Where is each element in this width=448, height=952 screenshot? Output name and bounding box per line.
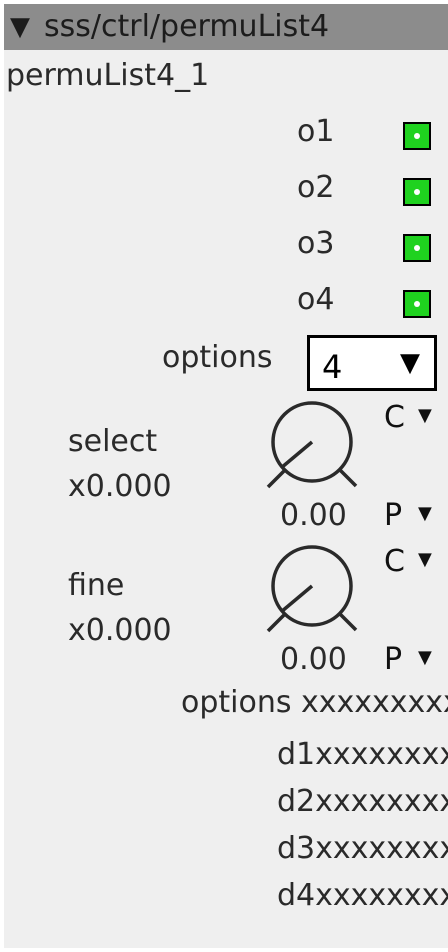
param-multiplier-fine[interactable]: x0.000 [68, 613, 172, 648]
dropdown-arrow-icon: ▼ [400, 348, 420, 378]
fine-modulation-c-label[interactable]: C [384, 544, 405, 579]
outlet-label-o2: o2 [297, 170, 335, 205]
patch-object-panel: ▼ sss/ctrl/permuList4 permuList4_1 o1 o2… [4, 4, 448, 948]
object-type-title: sss/ctrl/permuList4 [44, 9, 330, 44]
outlet-label-o3: o3 [297, 226, 335, 261]
options-dropdown[interactable]: 4 ▼ [307, 335, 437, 391]
select-knob-value: 0.00 [280, 498, 347, 533]
fine-preset-p-label[interactable]: P [384, 642, 402, 677]
select-c-dropdown-icon[interactable]: ▼ [418, 405, 432, 426]
param-multiplier-select[interactable]: x0.000 [68, 469, 172, 504]
select-modulation-c-label[interactable]: C [384, 400, 405, 435]
outlet-label-o4: o4 [297, 282, 335, 317]
d4-display: d4xxxxxxxxx [277, 878, 448, 913]
options-selected-value: 4 [322, 348, 343, 386]
d1-display: d1xxxxxxxxx [277, 737, 448, 772]
fine-c-dropdown-icon[interactable]: ▼ [418, 549, 432, 570]
outlet-label-o1: o1 [297, 114, 335, 149]
outlet-icon[interactable] [403, 122, 432, 151]
outlet-icon[interactable] [403, 178, 432, 207]
d3-display: d3xxxxxxxxx [277, 831, 448, 866]
triangle-down-icon[interactable]: ▼ [10, 4, 30, 50]
outlet-dot-icon [414, 245, 420, 251]
select-knob-icon[interactable] [264, 400, 364, 500]
fine-knob-icon[interactable] [264, 544, 364, 644]
select-preset-p-label[interactable]: P [384, 498, 402, 533]
fine-knob-value: 0.00 [280, 642, 347, 677]
param-label-select: select [68, 424, 158, 459]
options-display: options xxxxxxxxx [181, 685, 448, 720]
outlet-dot-icon [414, 301, 420, 307]
param-label-fine: fine [68, 568, 125, 603]
select-p-dropdown-icon[interactable]: ▼ [418, 503, 432, 524]
outlet-icon[interactable] [403, 290, 432, 319]
outlet-dot-icon [414, 189, 420, 195]
outlet-icon[interactable] [403, 234, 432, 263]
options-label: options [162, 340, 273, 375]
fine-p-dropdown-icon[interactable]: ▼ [418, 647, 432, 668]
object-instance-name[interactable]: permuList4_1 [6, 58, 209, 93]
d2-display: d2xxxxxxxxx [277, 784, 448, 819]
object-titlebar[interactable]: ▼ sss/ctrl/permuList4 [4, 4, 448, 50]
outlet-dot-icon [414, 133, 420, 139]
